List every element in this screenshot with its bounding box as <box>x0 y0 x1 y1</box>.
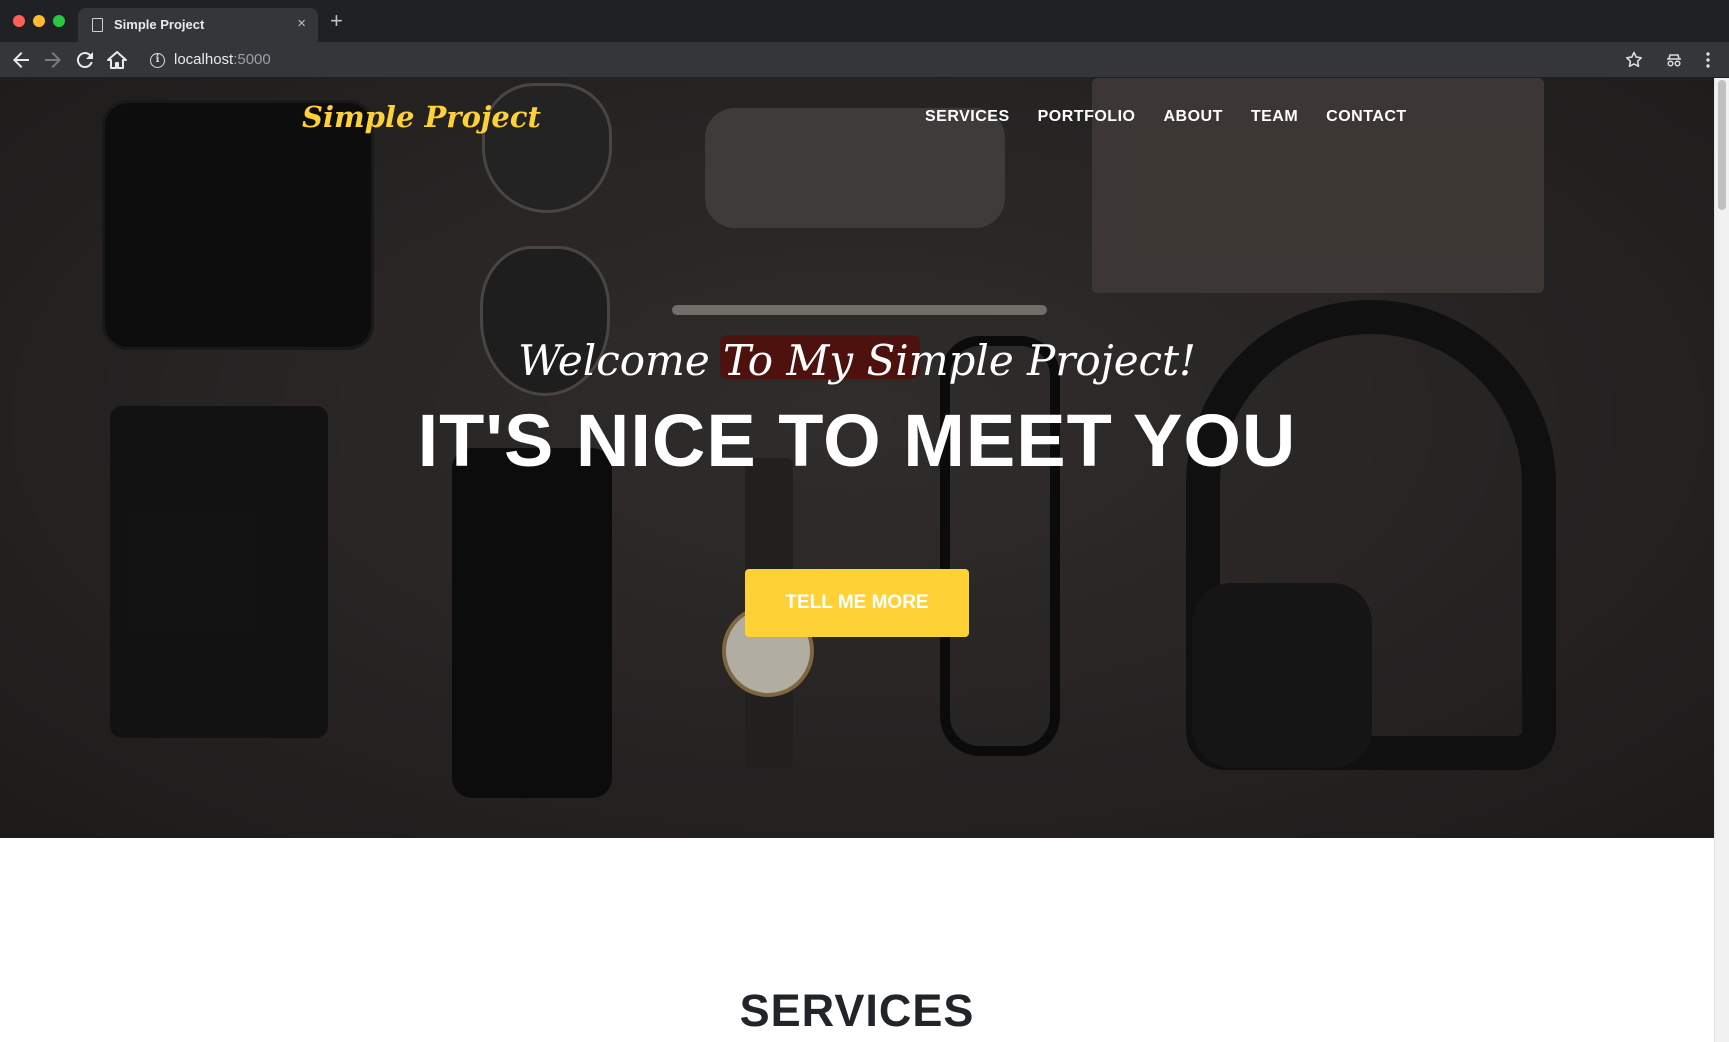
nav-link-contact[interactable]: CONTACT <box>1326 108 1407 126</box>
forward-arrow-icon[interactable] <box>41 48 65 72</box>
tab-close-icon[interactable]: × <box>297 15 306 33</box>
window-minimize-button[interactable] <box>33 15 45 27</box>
hero-heading: IT'S NICE TO MEET YOU <box>417 399 1297 482</box>
nav-link-services[interactable]: SERVICES <box>925 108 1010 126</box>
browser-tab-strip: Simple Project × + <box>0 0 1729 42</box>
bookmark-star-icon[interactable] <box>1622 48 1646 72</box>
services-section-title: SERVICES <box>739 985 975 1036</box>
home-icon[interactable] <box>105 48 129 72</box>
nav-link-about[interactable]: ABOUT <box>1163 108 1222 126</box>
address-bar[interactable]: localhost:5000 <box>174 51 271 68</box>
nav-link-team[interactable]: TEAM <box>1251 108 1298 126</box>
browser-tab[interactable]: Simple Project × <box>78 8 318 42</box>
browser-toolbar: i localhost:5000 <box>0 42 1729 78</box>
incognito-icon[interactable] <box>1662 48 1686 72</box>
url-port: :5000 <box>233 51 271 68</box>
tab-title: Simple Project <box>114 17 205 32</box>
site-info-icon[interactable]: i <box>150 53 165 68</box>
window-zoom-button[interactable] <box>53 15 65 27</box>
new-tab-button[interactable]: + <box>330 10 343 32</box>
more-menu-icon[interactable] <box>1696 48 1720 72</box>
main-nav: SERVICES PORTFOLIO ABOUT TEAM CONTACT <box>925 108 1435 126</box>
reload-icon[interactable] <box>73 48 97 72</box>
nav-link-portfolio[interactable]: PORTFOLIO <box>1038 108 1136 126</box>
hero-lead-text: Welcome To My Simple Project! <box>518 336 1196 385</box>
url-host: localhost <box>174 51 234 68</box>
back-arrow-icon[interactable] <box>9 48 33 72</box>
scrollbar-thumb[interactable] <box>1718 80 1726 210</box>
tell-me-more-button[interactable]: TELL ME MORE <box>745 569 969 637</box>
site-brand-logo[interactable]: Simple Project <box>302 100 541 134</box>
document-icon <box>92 18 103 32</box>
hero-section: Simple Project SERVICES PORTFOLIO ABOUT … <box>0 78 1714 838</box>
window-close-button[interactable] <box>13 15 25 27</box>
page-scrollbar[interactable] <box>1714 78 1729 1042</box>
